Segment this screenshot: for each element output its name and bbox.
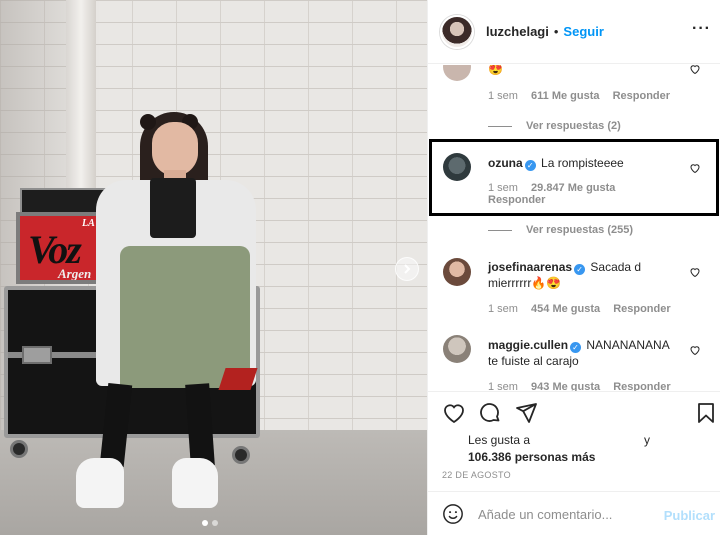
comment-meta: 1 sem 943 Me gusta Responder [488, 381, 681, 391]
commenter-avatar[interactable] [443, 258, 471, 286]
comment-like-count[interactable]: 29.847 Me gusta [531, 182, 615, 194]
share-paper-plane-icon[interactable] [514, 401, 538, 425]
view-replies-label: Ver respuestas (255) [526, 224, 634, 236]
person-face [152, 122, 198, 176]
case-latch [22, 346, 52, 364]
comment-input[interactable] [478, 504, 658, 524]
carousel-dot-active [202, 520, 208, 526]
header-separator: • [553, 24, 559, 39]
replies-line [488, 229, 512, 231]
post-actions-bar [428, 391, 720, 433]
reply-button[interactable]: Responder [613, 381, 670, 391]
add-comment-bar: Publicar [428, 491, 720, 535]
like-heart-icon[interactable] [689, 344, 701, 356]
post-photo[interactable]: LA Voz Argen [0, 0, 427, 535]
author-username[interactable]: luzchelagi [486, 24, 549, 39]
bookmark-icon[interactable] [694, 401, 718, 425]
likes-count[interactable]: 106.386 personas más [468, 449, 668, 466]
carousel-dot [212, 520, 218, 526]
commenter-username[interactable]: ozuna [488, 156, 523, 170]
more-options-icon[interactable]: ··· [692, 21, 711, 37]
person-jacket-green [120, 246, 250, 388]
comment-like-count[interactable]: 611 Me gusta [531, 90, 599, 102]
like-heart-icon[interactable] [689, 65, 701, 75]
comment-time[interactable]: 1 sem [488, 303, 518, 315]
comment-meta: 1 sem 611 Me gusta Responder [488, 90, 680, 102]
emoji-icon[interactable] [442, 503, 464, 525]
wall-pillar [66, 0, 96, 190]
chevron-right-icon [404, 264, 411, 274]
sign-text-top: LA [82, 218, 95, 229]
comment-text: ozuna ✓ La rompisteeee [488, 155, 688, 171]
comment-text: 😍 [488, 65, 688, 77]
comment-text: maggie.cullen ✓ NANANANANA te fuiste al c… [488, 337, 678, 369]
person-sneaker [76, 458, 124, 508]
comment-text-content: La rompisteeee [541, 156, 624, 170]
verified-badge-icon: ✓ [570, 342, 582, 353]
verified-badge-icon: ✓ [524, 160, 536, 171]
comment-time[interactable]: 1 sem [488, 381, 518, 391]
comment-like-count[interactable]: 454 Me gusta [531, 303, 600, 315]
likes-and: y [644, 433, 650, 447]
commenter-username[interactable]: maggie.cullen [488, 338, 568, 352]
person-top [150, 178, 196, 238]
comment-meta: 1 sem 29.847 Me gusta [488, 182, 625, 194]
verified-badge-icon: ✓ [574, 264, 586, 275]
comment-time[interactable]: 1 sem [488, 182, 518, 194]
comments-list[interactable]: 😍 1 sem 611 Me gusta Responder Ver respu… [428, 65, 720, 391]
commenter-avatar[interactable] [443, 153, 471, 181]
view-replies-button[interactable]: Ver respuestas (2) [488, 120, 621, 132]
comment-text-content: 😍 [488, 65, 503, 76]
comment-like-count[interactable]: 943 Me gusta [531, 381, 600, 391]
comment-text: josefinaarenas ✓ Sacada d mierrrrrr🔥😍 [488, 259, 664, 291]
follow-button[interactable]: Seguir [563, 24, 603, 39]
post-date[interactable]: 22 DE AGOSTO [442, 470, 511, 480]
view-replies-label: Ver respuestas (2) [526, 120, 621, 132]
heart-icon[interactable] [442, 401, 466, 425]
post-side-panel: luzchelagi • Seguir ··· 😍 1 sem 611 Me g… [427, 0, 720, 535]
comment-bubble-icon[interactable] [478, 401, 502, 425]
commenter-username[interactable]: josefinaarenas [488, 260, 572, 274]
like-heart-icon[interactable] [689, 266, 701, 278]
reply-button[interactable]: Responder [613, 303, 670, 315]
carousel-indicator [202, 520, 218, 526]
commenter-avatar[interactable] [443, 65, 471, 81]
commenter-avatar[interactable] [443, 335, 471, 363]
comment-time[interactable]: 1 sem [488, 90, 518, 102]
carousel-next-button[interactable] [395, 257, 419, 281]
author-avatar[interactable] [440, 14, 474, 49]
publish-button[interactable]: Publicar [664, 508, 715, 523]
reply-button[interactable]: Responder [488, 194, 545, 206]
comment-meta: 1 sem 454 Me gusta Responder [488, 303, 681, 315]
case-wheel [10, 440, 28, 458]
replies-line [488, 125, 512, 127]
view-replies-button[interactable]: Ver respuestas (255) [488, 224, 633, 236]
sign-text-bottom: Argen [58, 266, 92, 281]
person-sneaker [172, 458, 218, 508]
likes-prefix: Les gusta a [468, 433, 531, 447]
person-hair-bun [140, 114, 156, 130]
comment-meta: Responder [488, 194, 555, 206]
like-heart-icon[interactable] [689, 162, 701, 174]
likes-summary: Les gusta a y 106.386 personas más [468, 432, 668, 466]
case-wheel [232, 446, 250, 464]
post-header: luzchelagi • Seguir ··· [428, 0, 720, 64]
reply-button[interactable]: Responder [613, 90, 670, 102]
